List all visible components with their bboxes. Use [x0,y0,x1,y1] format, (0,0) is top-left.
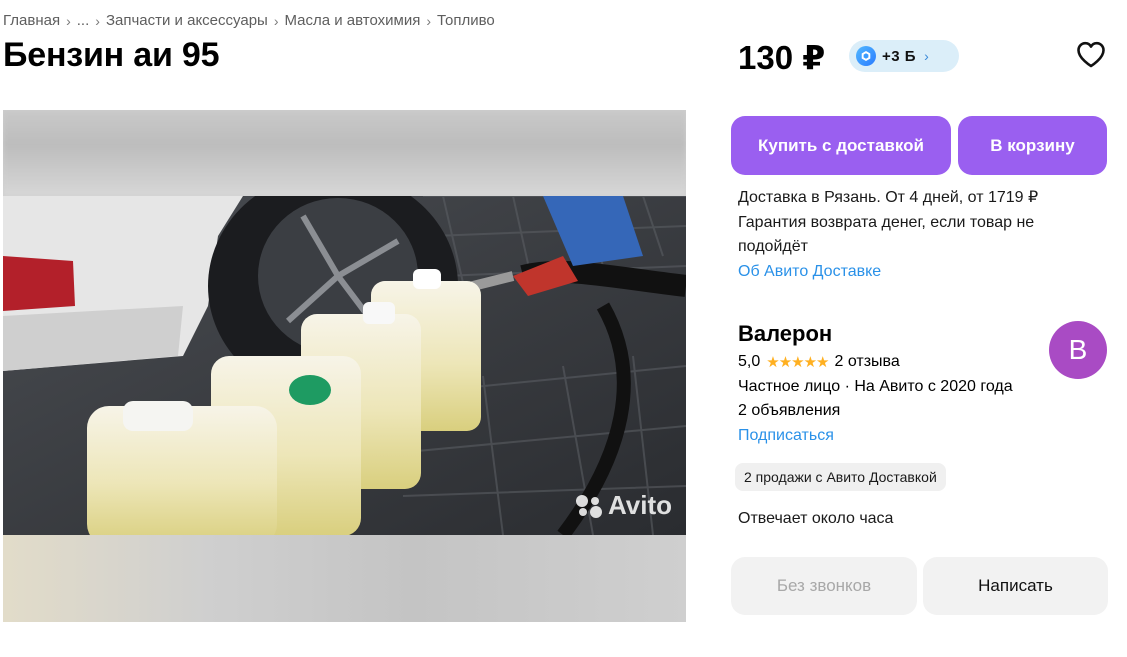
money-back-guarantee: Гарантия возврата денег, если товар не п… [738,213,1035,256]
photo-gallery[interactable]: Avito [3,110,686,622]
about-delivery-link[interactable]: Об Авито Доставке [738,260,1098,285]
breadcrumb-separator: › [273,12,279,29]
seller-rating: 5,0 ★★★★★ 2 отзыва [738,353,900,371]
avito-logo-icon [575,494,602,518]
breadcrumb-home[interactable]: Главная [3,12,60,29]
blurred-photo-backdrop [3,110,686,196]
price: 130 ₽ [738,39,826,76]
blurred-photo-backdrop [3,535,686,622]
breadcrumb-fuel[interactable]: Топливо [437,12,495,29]
seller-ads-count[interactable]: 2 объявления [738,402,840,420]
bonus-badge[interactable]: +3 Б › [849,40,959,72]
breadcrumb-separator: › [426,12,432,29]
write-message-button[interactable]: Написать [923,557,1108,615]
breadcrumb-separator: › [66,12,71,29]
breadcrumb-separator: › [95,12,100,29]
add-to-cart-button[interactable]: В корзину [958,116,1107,175]
sales-badge: 2 продажи с Авито Доставкой [735,463,946,491]
breadcrumb-parts[interactable]: Запчасти и аксессуары [106,12,268,29]
reviews-link[interactable]: 2 отзыва [835,353,900,371]
bonus-label: +3 Б [882,47,917,65]
avito-watermark: Avito [574,490,672,521]
star-rating-icon: ★★★★★ [766,354,829,371]
response-time: Отвечает около часа [738,510,894,527]
listing-photo[interactable]: Avito [3,196,686,535]
breadcrumb-oils[interactable]: Масла и автохимия [284,12,420,29]
avatar[interactable]: В [1049,321,1107,379]
bonus-coin-icon [856,46,876,66]
delivery-info: Доставка в Рязань. От 4 дней, от 1719 ₽ … [738,186,1098,284]
chevron-right-icon: › [924,48,929,64]
no-calls-button: Без звонков [731,557,917,615]
watermark-text: Avito [607,490,672,520]
buy-with-delivery-button[interactable]: Купить с доставкой [731,116,951,175]
fuel-canisters-image [3,196,686,535]
seller-type: Частное лицо · На Авито с 2020 года [738,378,1013,395]
favorite-button[interactable] [1073,38,1109,70]
delivery-terms: Доставка в Рязань. От 4 дней, от 1719 ₽ [738,189,1039,206]
page-title: Бензин аи 95 [3,36,220,74]
heart-outline-icon [1077,41,1105,67]
breadcrumb-ellipsis[interactable]: ... [77,12,90,29]
breadcrumb: Главная › ... › Запчасти и аксессуары › … [3,12,495,29]
rating-value: 5,0 [738,353,761,370]
seller-name[interactable]: Валерон [738,321,832,347]
subscribe-link[interactable]: Подписаться [738,427,834,445]
